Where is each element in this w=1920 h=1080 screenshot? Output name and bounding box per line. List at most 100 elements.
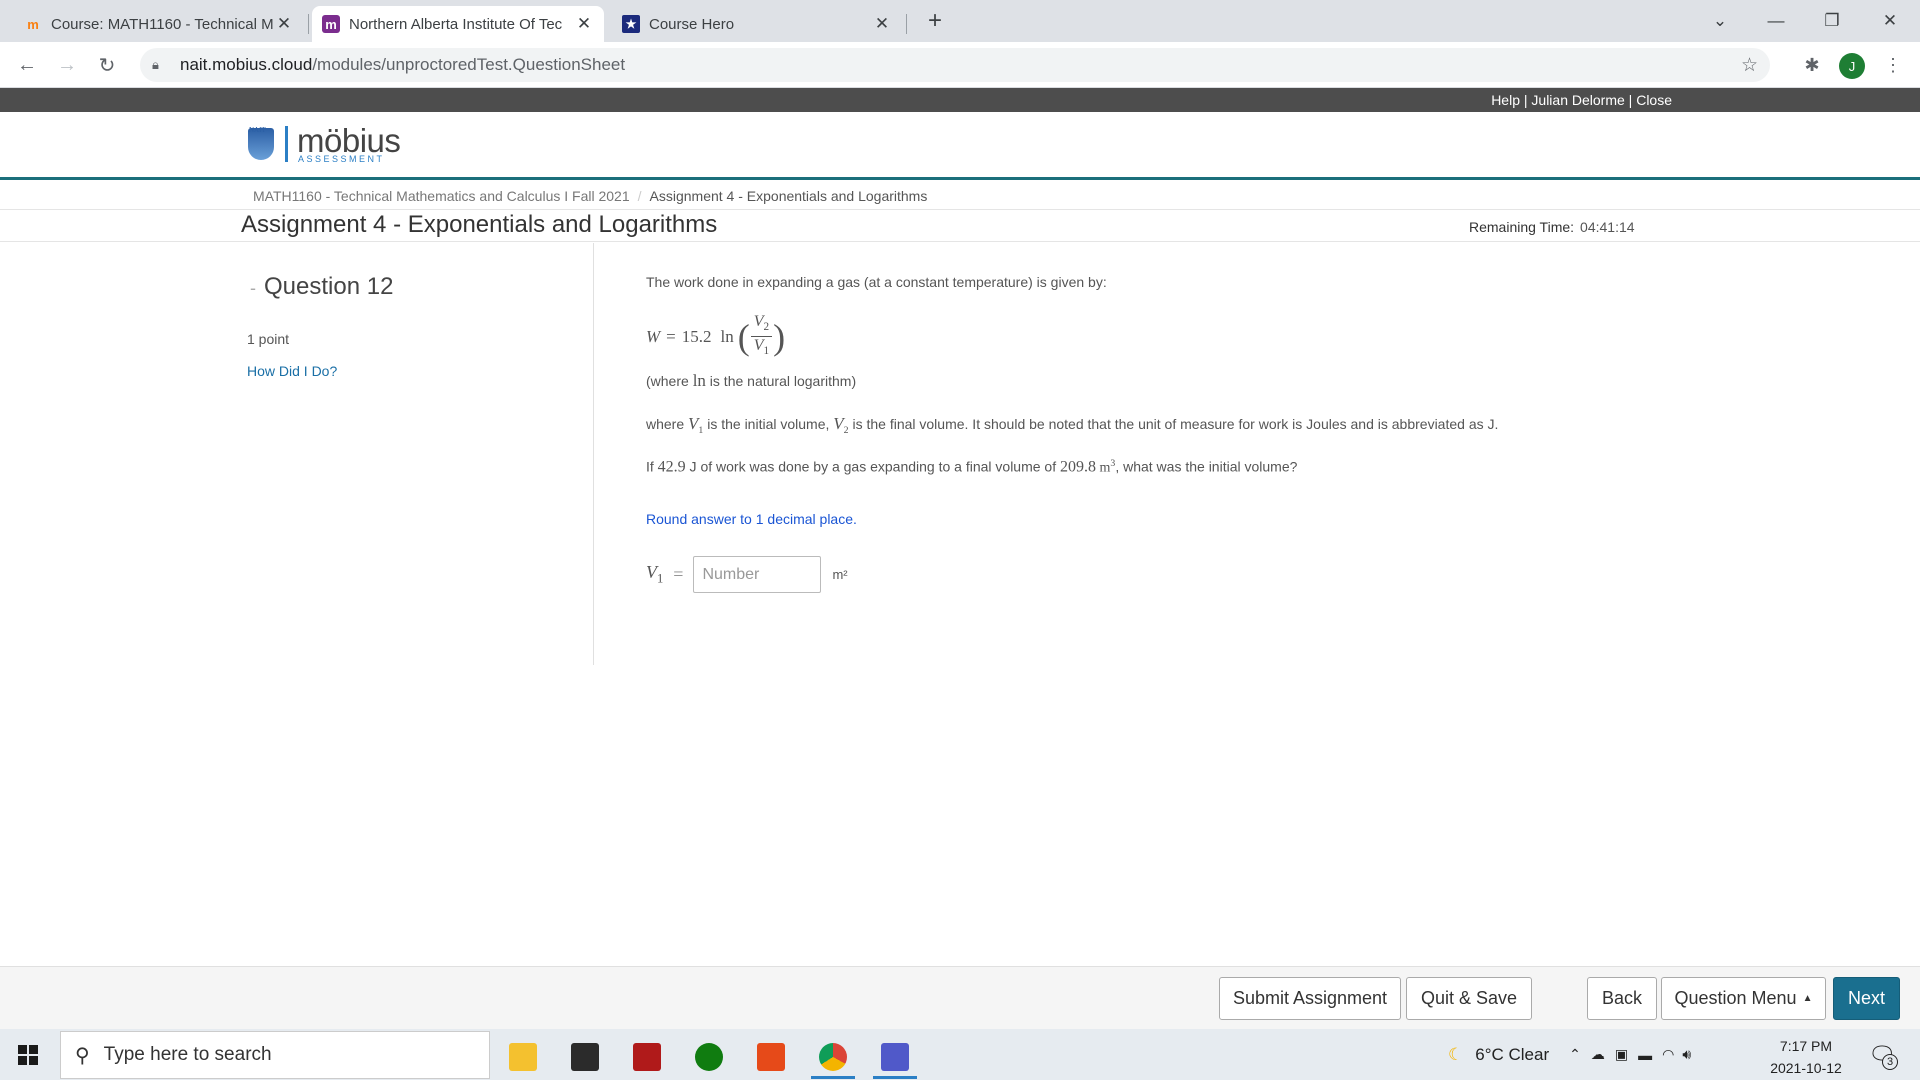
browser-tab-strip: m Course: MATH1160 - Technical M ✕ m Nor… — [0, 0, 1920, 42]
next-button[interactable]: Next — [1833, 977, 1900, 1020]
chrome-icon[interactable] — [808, 1035, 858, 1079]
windows-start-icon[interactable] — [18, 1045, 38, 1065]
store-icon[interactable] — [560, 1035, 610, 1079]
ln-note-fn: ln — [692, 371, 706, 390]
how-did-i-do-link[interactable]: How Did I Do? — [247, 363, 337, 379]
answer-number-input[interactable] — [693, 556, 822, 593]
caret-up-icon: ▲ — [1802, 993, 1813, 1004]
teams-icon[interactable] — [870, 1035, 920, 1079]
question-heading: - Question 12 — [250, 273, 393, 301]
back-button[interactable]: Back — [1587, 977, 1657, 1020]
answer-var: V — [646, 562, 657, 583]
minimize-icon[interactable]: — — [1748, 0, 1804, 42]
variable-definitions: where V1 is the initial volume, V2 is th… — [646, 414, 1498, 436]
v2-var: V — [833, 414, 844, 433]
xbox-icon[interactable] — [684, 1035, 734, 1079]
logo-band: NAIT möbius ASSESSMENT — [0, 112, 1920, 180]
close-window-icon[interactable]: ✕ — [1862, 0, 1918, 42]
logo-divider — [285, 126, 288, 162]
tab-separator — [906, 14, 907, 34]
bookmark-star-icon[interactable]: ☆ — [1741, 54, 1758, 77]
formula-coefficient: 15.2 — [681, 326, 712, 346]
browser-menu-icon[interactable]: ⋮ — [1878, 50, 1908, 80]
notification-center-icon[interactable]: 🗨︎ 3 — [1868, 1042, 1898, 1070]
close-tab-icon[interactable]: ✕ — [274, 14, 294, 34]
remaining-time-value: 04:41:14 — [1580, 219, 1635, 235]
formula-w: W — [646, 326, 661, 346]
reload-icon[interactable]: ↻ — [92, 50, 122, 80]
right-paren: ) — [773, 316, 786, 357]
volume-icon[interactable]: 🔊︎ — [1682, 1046, 1691, 1063]
file-explorer-icon[interactable] — [498, 1035, 548, 1079]
tab-search-chevron-icon[interactable]: ⌄ — [1692, 0, 1748, 42]
numerator-sub: 2 — [763, 321, 770, 334]
wifi-icon[interactable]: ◠ — [1662, 1046, 1674, 1063]
new-tab-icon[interactable]: + — [920, 6, 950, 36]
battery-icon[interactable]: ▬ — [1638, 1047, 1652, 1063]
prompt-text: If — [646, 458, 658, 475]
tab-course-math1160[interactable]: m Course: MATH1160 - Technical M ✕ — [14, 6, 304, 42]
onedrive-icon[interactable]: ☁ — [1591, 1046, 1605, 1063]
formula-equals: = — [666, 326, 676, 346]
user-name: Julian Delorme — [1531, 92, 1625, 108]
answer-sub: 1 — [657, 571, 664, 586]
definition-text: is the initial volume, — [703, 416, 834, 432]
clock-date: 2021-10-12 — [1770, 1060, 1842, 1076]
moon-weather-icon: ☾ — [1448, 1044, 1464, 1064]
ln-note-text: is the natural logarithm) — [705, 373, 857, 389]
quit-save-button[interactable]: Quit & Save — [1406, 977, 1532, 1020]
answer-row: V1 = m² — [646, 556, 848, 593]
tab-title: Northern Alberta Institute Of Tec — [349, 15, 563, 33]
tab-course-hero[interactable]: ★ Course Hero ✕ — [612, 6, 902, 42]
back-arrow-icon[interactable]: ← — [12, 50, 42, 80]
close-link[interactable]: Close — [1636, 92, 1672, 108]
question-menu-button[interactable]: Question Menu ▲ — [1661, 977, 1826, 1020]
prompt-text: J of work was done by a gas expanding to… — [685, 458, 1061, 475]
taskbar-search[interactable]: ⚲ Type here to search — [60, 1031, 490, 1079]
volume-value: 209.8 — [1060, 458, 1097, 476]
ln-note-text: (where — [646, 373, 693, 389]
separator: | — [1519, 92, 1532, 108]
clock-time: 7:17 PM — [1779, 1038, 1833, 1054]
tab-separator — [308, 14, 309, 34]
extensions-puzzle-icon[interactable]: ✱ — [1797, 50, 1827, 80]
tab-title: Course Hero — [649, 15, 735, 33]
assignment-title: Assignment 4 - Exponentials and Logarith… — [241, 211, 718, 238]
work-formula: W = 15.2 ln ( V2 V1 ) — [646, 313, 785, 360]
question-number: Question 12 — [264, 273, 394, 300]
denominator-var: V — [753, 337, 764, 355]
ln-note: (where ln is the natural logarithm) — [646, 371, 856, 391]
question-points: 1 point — [247, 331, 290, 347]
answer-unit: m² — [832, 567, 848, 582]
collapse-dash-icon[interactable]: - — [250, 278, 256, 298]
question-intro: The work done in expanding a gas (at a c… — [646, 274, 1107, 290]
meet-now-icon[interactable]: ▣ — [1615, 1046, 1628, 1063]
windows-taskbar: ⚲ Type here to search ☾ 6°C Clear ⌃ ☁ ▣ … — [0, 1029, 1920, 1080]
mobius-m-icon: m — [322, 15, 340, 33]
taskbar-search-placeholder: Type here to search — [103, 1044, 272, 1065]
url-host: nait.mobius.cloud — [180, 55, 313, 74]
submit-assignment-button[interactable]: Submit Assignment — [1219, 977, 1401, 1020]
question-info-panel: - Question 12 1 point How Did I Do? — [0, 243, 594, 665]
search-icon: ⚲ — [75, 1044, 90, 1067]
v1-var: V — [688, 414, 699, 433]
address-bar[interactable]: 🔒︎ nait.mobius.cloud/modules/unproctored… — [140, 48, 1770, 82]
close-tab-icon[interactable]: ✕ — [872, 14, 892, 34]
weather-text[interactable]: 6°C Clear — [1475, 1045, 1549, 1065]
help-link[interactable]: Help — [1491, 92, 1520, 108]
forward-arrow-icon[interactable]: → — [52, 50, 82, 80]
coursehero-star-icon: ★ — [622, 15, 640, 33]
question-menu-label: Question Menu — [1674, 988, 1797, 1008]
close-tab-icon[interactable]: ✕ — [574, 14, 594, 34]
tray-chevron-icon[interactable]: ⌃ — [1569, 1046, 1581, 1063]
action-bar: Submit Assignment Quit & Save Back Quest… — [0, 966, 1920, 1029]
restore-icon[interactable]: ❐ — [1804, 0, 1860, 42]
taskbar-clock[interactable]: 7:17 PM 2021-10-12 — [1768, 1035, 1844, 1079]
app-red-icon[interactable] — [622, 1035, 672, 1079]
tab-nait-mobius[interactable]: m Northern Alberta Institute Of Tec ✕ — [312, 6, 604, 42]
profile-avatar[interactable]: J — [1839, 53, 1865, 79]
system-tray: ☾ 6°C Clear ⌃ ☁ ▣ ▬ ◠ 🔊︎ — [1448, 1029, 1691, 1080]
breadcrumb-course-link[interactable]: MATH1160 - Technical Mathematics and Cal… — [253, 188, 630, 204]
volume-unit: m — [1096, 460, 1111, 476]
office-icon[interactable] — [746, 1035, 796, 1079]
